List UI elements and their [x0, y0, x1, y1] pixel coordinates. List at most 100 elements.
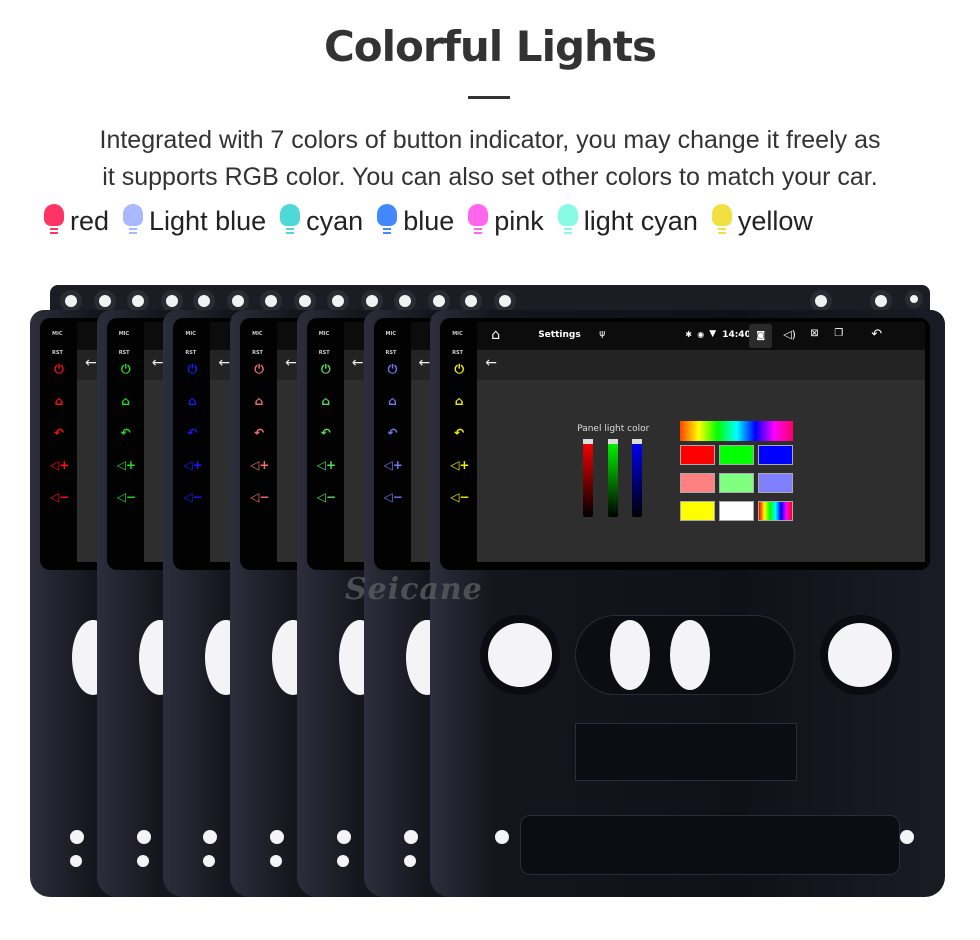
color-swatch[interactable]: [719, 445, 755, 465]
volume-up-icon[interactable]: ◁+: [384, 458, 403, 472]
description: Integrated with 7 colors of button indic…: [0, 122, 980, 196]
mic-label: MIC: [318, 331, 330, 337]
mount-hole: [905, 290, 924, 308]
volume-down-icon[interactable]: ◁−: [384, 490, 403, 504]
power-icon[interactable]: ⏻: [317, 362, 335, 377]
volume-down-icon[interactable]: ◁−: [50, 490, 69, 504]
air-vent: [820, 615, 901, 695]
mic-label: MIC: [385, 331, 397, 337]
mount-hole: [60, 290, 82, 312]
home-icon[interactable]: ⌂: [250, 394, 268, 408]
power-icon[interactable]: ⏻: [250, 362, 268, 377]
back-arrow-icon[interactable]: ←: [419, 355, 431, 371]
screw-hole: [270, 855, 283, 867]
color-swatch[interactable]: [680, 473, 716, 493]
status-bar: ⌂ Settings ψ ✱ ◉ ▼ 14:40 ◙ ◁) ⊠ ❐ ↶: [477, 322, 926, 350]
color-swatch[interactable]: [758, 473, 794, 493]
volume-up-icon[interactable]: ◁+: [450, 458, 469, 472]
mount-hole: [810, 290, 833, 312]
button-strip: MIC RST ⏻ ⌂ ↶ ◁+ ◁−: [374, 318, 411, 570]
slider-handle[interactable]: [632, 439, 643, 444]
home-icon[interactable]: ⌂: [317, 394, 335, 408]
rst-label: RST: [185, 350, 197, 356]
power-icon[interactable]: ⏻: [384, 362, 402, 377]
home-icon[interactable]: ⌂: [183, 394, 201, 408]
home-icon[interactable]: ⌂: [491, 327, 500, 343]
volume-up-icon[interactable]: ◁+: [183, 458, 202, 472]
color-slider[interactable]: [632, 439, 643, 517]
color-swatch[interactable]: [758, 445, 794, 465]
volume-up-icon[interactable]: ◁+: [50, 458, 69, 472]
back-arrow-icon[interactable]: ←: [485, 355, 497, 371]
back-arrow-icon[interactable]: ←: [152, 355, 164, 371]
back-nav-icon[interactable]: ↶: [871, 327, 882, 342]
rst-label: RST: [252, 350, 263, 356]
color-slider[interactable]: [583, 439, 594, 517]
volume-down-icon[interactable]: ◁−: [183, 490, 202, 504]
home-icon[interactable]: ⌂: [384, 394, 402, 408]
volume-down-icon[interactable]: ◁−: [450, 490, 469, 504]
control-panel: [575, 723, 798, 781]
close-app-icon[interactable]: ⊠: [810, 328, 818, 339]
back-icon[interactable]: ↶: [117, 426, 135, 440]
back-arrow-icon[interactable]: ←: [285, 355, 297, 371]
screw-hole: [403, 855, 416, 867]
volume-icon[interactable]: ◁): [783, 328, 796, 341]
app-title: Settings: [538, 330, 581, 340]
volume-up-icon[interactable]: ◁+: [117, 458, 136, 472]
mic-label: MIC: [252, 331, 263, 337]
mic-label: MIC: [185, 331, 196, 337]
volume-down-icon[interactable]: ◁−: [317, 490, 336, 504]
power-icon[interactable]: ⏻: [50, 362, 68, 377]
home-icon[interactable]: ⌂: [450, 394, 468, 408]
home-icon[interactable]: ⌂: [50, 394, 68, 408]
color-slider[interactable]: [607, 439, 618, 517]
screw-hole: [136, 855, 149, 867]
bluetooth-icon: ✱: [685, 330, 692, 339]
wifi-icon: ▼: [709, 329, 717, 339]
home-icon[interactable]: ⌂: [117, 394, 135, 408]
legend-item: light cyan: [557, 204, 698, 238]
slider-handle[interactable]: [583, 439, 594, 444]
back-arrow-icon[interactable]: ←: [218, 355, 230, 371]
legend-item: pink: [468, 204, 544, 238]
color-swatch[interactable]: [719, 473, 755, 493]
back-icon[interactable]: ↶: [183, 426, 201, 440]
rainbow-picker[interactable]: [680, 421, 794, 441]
back-arrow-icon[interactable]: ←: [352, 355, 364, 371]
volume-down-icon[interactable]: ◁−: [250, 490, 269, 504]
panel-light-label: Panel light color: [577, 424, 650, 434]
back-icon[interactable]: ↶: [384, 426, 402, 440]
back-icon[interactable]: ↶: [450, 426, 468, 440]
recent-apps-icon[interactable]: ❐: [834, 328, 843, 339]
mount-hole: [460, 290, 483, 312]
title-divider: [468, 96, 510, 99]
screenshot-icon[interactable]: ◙: [749, 324, 773, 348]
color-swatch[interactable]: [680, 501, 716, 521]
rst-label: RST: [118, 350, 130, 356]
back-icon[interactable]: ↶: [317, 426, 335, 440]
screw-hole: [403, 830, 418, 844]
button-strip: MIC RST ⏻ ⌂ ↶ ◁+ ◁−: [173, 318, 210, 570]
screen: MIC RST ⏻ ⌂ ↶ ◁+ ◁− ⌂ Settings ψ ✱ ◉ ▼ 14:40…: [440, 318, 931, 570]
mount-hole: [193, 290, 216, 312]
volume-up-icon[interactable]: ◁+: [317, 458, 336, 472]
volume-up-icon[interactable]: ◁+: [250, 458, 269, 472]
watermark: Seicane: [345, 572, 483, 607]
volume-down-icon[interactable]: ◁−: [117, 490, 136, 504]
back-arrow-icon[interactable]: ←: [85, 355, 97, 371]
power-icon[interactable]: ⏻: [450, 362, 468, 377]
back-icon[interactable]: ↶: [50, 426, 68, 440]
color-swatch[interactable]: [719, 501, 755, 521]
legend-label: light cyan: [583, 205, 698, 236]
bulb-icon: [44, 204, 64, 238]
slider-handle[interactable]: [607, 439, 618, 444]
color-swatch[interactable]: [758, 501, 794, 521]
power-icon[interactable]: ⏻: [117, 362, 135, 377]
power-icon[interactable]: ⏻: [183, 362, 201, 377]
location-icon: ◉: [697, 330, 705, 339]
legend-item: yellow: [711, 204, 813, 238]
button-strip: MIC RST ⏻ ⌂ ↶ ◁+ ◁−: [107, 318, 144, 570]
back-icon[interactable]: ↶: [250, 426, 268, 440]
color-swatch[interactable]: [680, 445, 716, 465]
